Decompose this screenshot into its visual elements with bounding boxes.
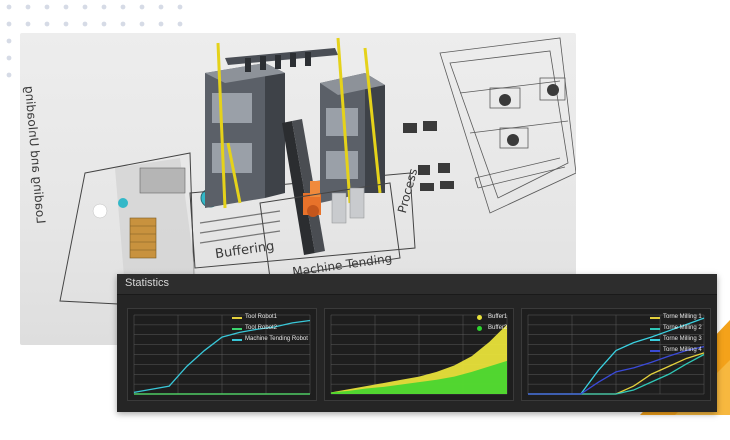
- legend-swatch: [232, 328, 242, 330]
- legend-label: Buffer2: [488, 325, 508, 331]
- statistics-header: Statistics: [117, 274, 717, 295]
- legend-label: Tool Robot1: [245, 314, 278, 320]
- legend-label: Torne Milling 3: [663, 336, 702, 342]
- statistics-panel: Statistics Tool Robot1 Tool Robot2 Machi…: [117, 274, 717, 412]
- legend-label: Torne Milling 4: [663, 347, 702, 353]
- legend-label: Torne Milling 1: [663, 314, 702, 320]
- legend-dot: [477, 315, 482, 320]
- chart-milling: Torne Milling 1 Torne Milling 2 Torne Mi…: [521, 308, 711, 401]
- legend-dot: [477, 326, 482, 331]
- legend-swatch: [650, 328, 660, 330]
- chart-buffers: Buffer1 Buffer2: [324, 308, 514, 401]
- statistics-title: Statistics: [125, 277, 170, 289]
- legend-label: Machine Tending Robot: [245, 336, 308, 342]
- legend-label: Tool Robot2: [245, 325, 278, 331]
- legend-swatch: [232, 317, 242, 319]
- legend-swatch: [650, 339, 660, 341]
- legend-label: Buffer1: [488, 314, 508, 320]
- legend-swatch: [650, 350, 660, 352]
- chart-robots: Tool Robot1 Tool Robot2 Machine Tending …: [127, 308, 317, 401]
- legend-swatch: [232, 339, 242, 341]
- legend-label: Torne Milling 2: [663, 325, 702, 331]
- legend-swatch: [650, 317, 660, 319]
